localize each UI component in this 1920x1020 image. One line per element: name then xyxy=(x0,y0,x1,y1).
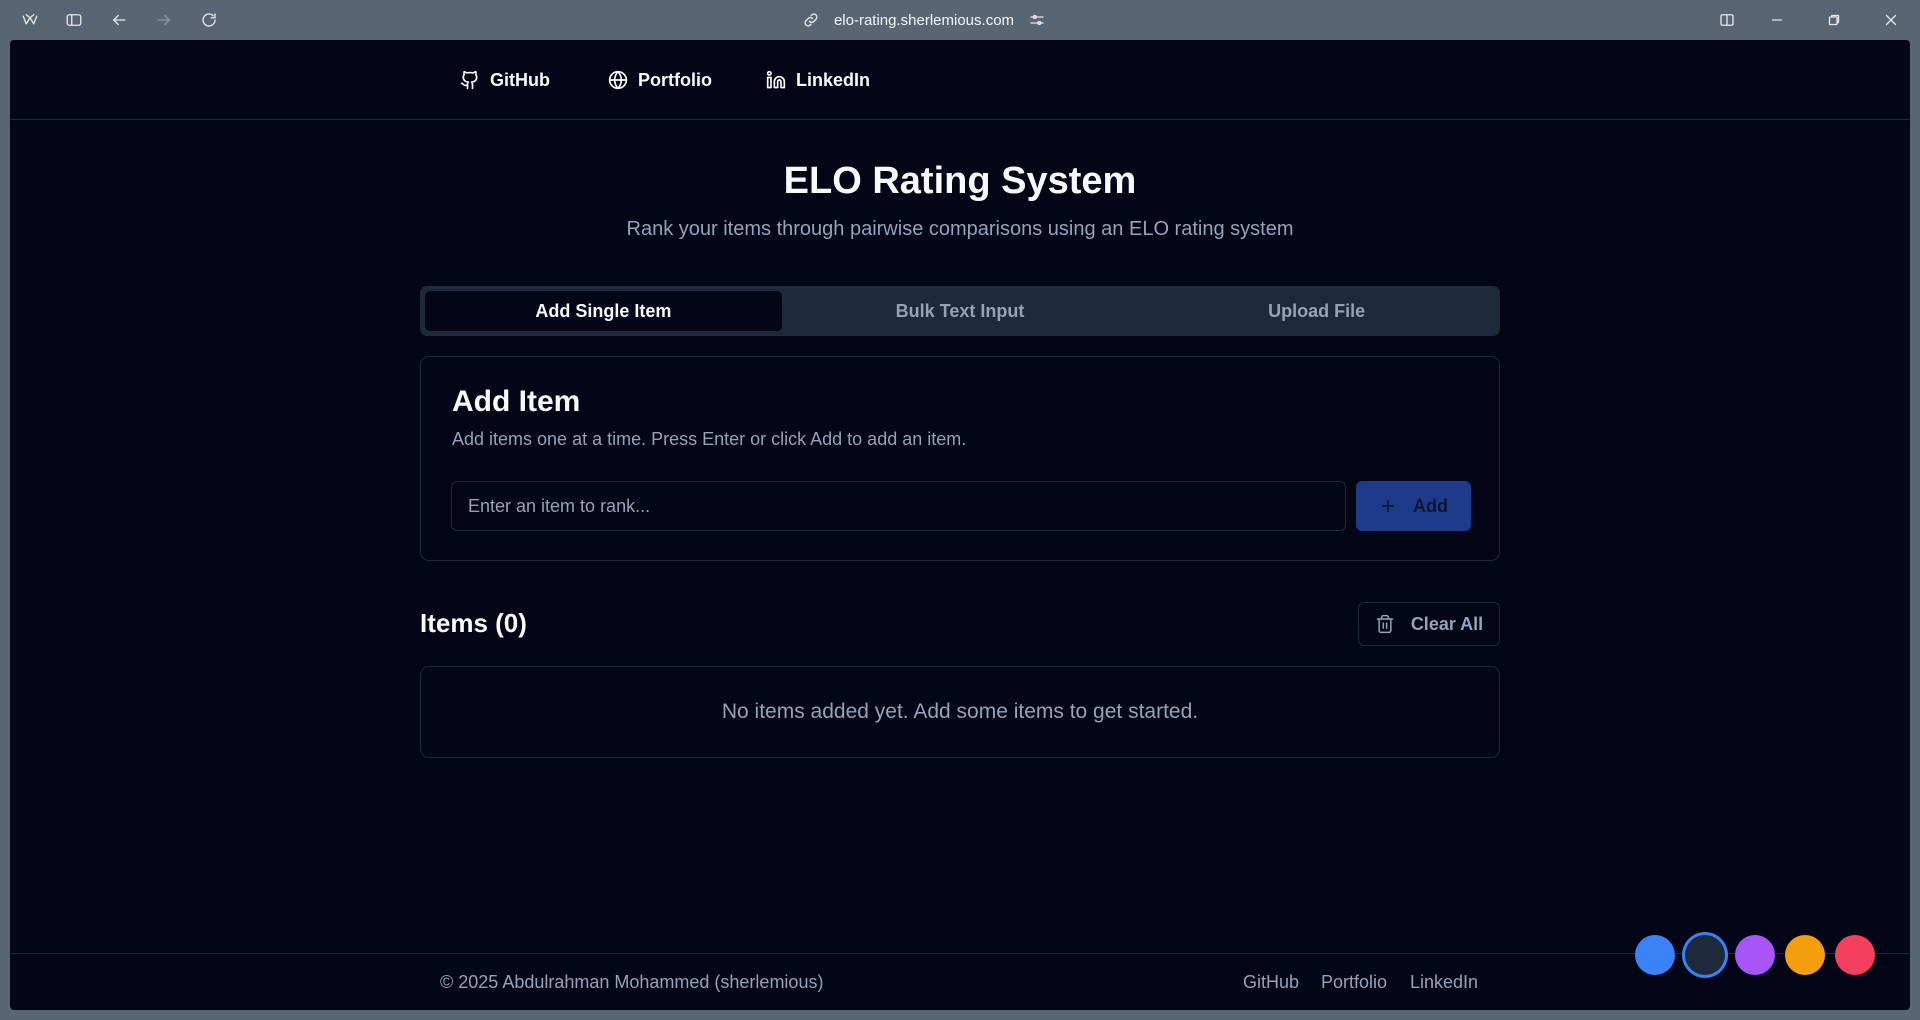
plus-icon xyxy=(1382,500,1394,512)
linkedin-icon xyxy=(766,70,786,89)
items-heading: Items (0) xyxy=(420,608,527,638)
input-mode-tabs: Add Single Item Bulk Text Input Upload F… xyxy=(420,286,1500,336)
globe-icon xyxy=(608,70,628,90)
clear-all-button[interactable]: Clear All xyxy=(1358,602,1500,646)
page-title: ELO Rating System xyxy=(783,160,1137,202)
theme-swatch-blue[interactable] xyxy=(1635,935,1675,975)
nav-linkedin-label: LinkedIn xyxy=(796,69,871,90)
tab-bulk-text-input[interactable]: Bulk Text Input xyxy=(782,291,1139,331)
footer-github-link[interactable]: GitHub xyxy=(1243,972,1299,993)
add-button-label: Add xyxy=(1413,495,1448,516)
footer-linkedin-link[interactable]: LinkedIn xyxy=(1410,972,1478,993)
nav-portfolio-link[interactable]: Portfolio xyxy=(608,66,712,94)
page-viewport: GitHub Portfolio LinkedIn ELO Rating Sys… xyxy=(10,40,1910,1010)
browser-toolbar: elo-rating.sherlemious.com xyxy=(0,0,1920,40)
theme-swatch-amber[interactable] xyxy=(1785,935,1825,975)
theme-swatch-slate[interactable] xyxy=(1685,935,1725,975)
page-subtitle: Rank your items through pairwise compari… xyxy=(626,218,1294,240)
browser-logo-icon[interactable] xyxy=(18,8,42,32)
forward-icon[interactable] xyxy=(152,8,176,32)
add-item-card: Add Item Add items one at a time. Press … xyxy=(420,356,1500,561)
tab-upload-file[interactable]: Upload File xyxy=(1138,291,1495,331)
page-footer: © 2025 Abdulrahman Mohammed (sherlemious… xyxy=(10,953,1910,1010)
back-icon[interactable] xyxy=(107,8,131,32)
tab-add-single-item[interactable]: Add Single Item xyxy=(425,291,782,331)
add-item-title: Add Item xyxy=(452,385,581,418)
sidebar-toggle-icon[interactable] xyxy=(62,8,86,32)
nav-portfolio-label: Portfolio xyxy=(638,69,712,90)
footer-portfolio-link[interactable]: Portfolio xyxy=(1321,972,1387,993)
trash-icon xyxy=(1376,614,1394,634)
clear-all-label: Clear All xyxy=(1410,613,1484,634)
url-text: elo-rating.sherlemious.com xyxy=(833,11,1015,29)
top-navigation: GitHub Portfolio LinkedIn xyxy=(10,40,1910,120)
add-item-description: Add items one at a time. Press Enter or … xyxy=(452,429,967,449)
nav-github-link[interactable]: GitHub xyxy=(460,66,550,94)
theme-swatch-rose[interactable] xyxy=(1835,935,1875,975)
empty-state-message: No items added yet. Add some items to ge… xyxy=(721,700,1199,723)
restore-icon[interactable] xyxy=(1822,8,1846,32)
theme-color-picker xyxy=(1635,933,1875,977)
site-settings-icon[interactable] xyxy=(1028,11,1046,29)
address-bar[interactable]: elo-rating.sherlemious.com xyxy=(788,6,1060,34)
close-window-icon[interactable] xyxy=(1879,8,1903,32)
link-icon xyxy=(804,13,818,27)
theme-swatch-purple[interactable] xyxy=(1735,935,1775,975)
minimize-icon[interactable] xyxy=(1765,8,1789,32)
items-empty-state: No items added yet. Add some items to ge… xyxy=(420,666,1500,758)
reload-icon[interactable] xyxy=(197,8,221,32)
nav-github-label: GitHub xyxy=(490,69,550,90)
nav-linkedin-link[interactable]: LinkedIn xyxy=(766,66,870,94)
github-icon xyxy=(460,70,478,90)
add-button[interactable]: Add xyxy=(1356,481,1471,531)
split-view-icon[interactable] xyxy=(1715,8,1739,32)
footer-copyright: © 2025 Abdulrahman Mohammed (sherlemious… xyxy=(440,972,824,992)
item-input[interactable] xyxy=(451,481,1346,531)
